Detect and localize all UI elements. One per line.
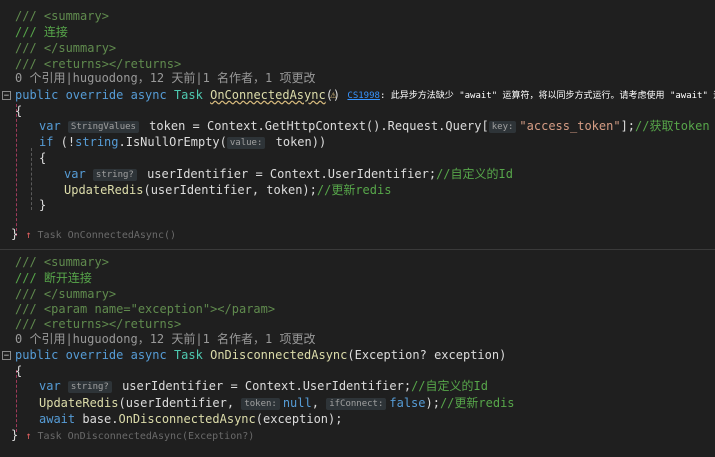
doc-comment-line: /// <param name="exception"></param>	[15, 302, 276, 316]
code-line: var string? userIdentifier = Context.Use…	[64, 167, 513, 181]
method-name: OnDisconnectedAsync	[210, 348, 348, 362]
brace: {	[15, 104, 23, 118]
brace: }	[39, 198, 47, 212]
doc-comment-line: /// </summary>	[15, 41, 117, 55]
inline-warning[interactable]: ⚠ CS1998: 此异步方法缺少 "await" 运算符，将以同步方式运行。请…	[330, 88, 715, 102]
inlay-hint: string?	[67, 380, 112, 393]
inlay-hint: token:	[241, 397, 280, 410]
code-line: await base.OnDisconnectedAsync(exception…	[39, 412, 343, 426]
inlay-hint: StringValues	[67, 120, 139, 133]
code-line: var string? userIdentifier = Context.Use…	[39, 379, 488, 393]
warning-icon: ⚠	[330, 88, 337, 101]
doc-comment-line: /// </summary>	[15, 287, 117, 301]
doc-comment-line: /// 断开连接	[15, 271, 92, 285]
arrow-up-icon: ↑	[25, 230, 32, 241]
doc-comment-line: /// <returns></returns>	[15, 317, 182, 331]
codelens[interactable]: 0 个引用|huguodong，12 天前|1 名作者，1 项更改	[15, 70, 715, 86]
method-signature: public override async Task OnDisconnecte…	[15, 348, 507, 362]
fold-toggle-icon[interactable]: −	[2, 91, 11, 101]
end-of-block-hint[interactable]: ↑ Task OnConnectedAsync()	[25, 230, 176, 241]
indent-guide	[31, 148, 32, 210]
code-line: if (!string.IsNullOrEmpty(value: token))	[39, 135, 327, 149]
method-separator	[0, 249, 715, 250]
inlay-hint: key:	[488, 120, 517, 133]
method-name: OnConnectedAsync	[210, 88, 326, 102]
codelens[interactable]: 0 个引用|huguodong，12 天前|1 名作者，1 项更改	[15, 331, 715, 347]
doc-comment-line: /// 连接	[15, 25, 68, 39]
doc-comment-line: /// <summary>	[15, 255, 109, 269]
indent-guide	[16, 104, 17, 236]
brace: {	[39, 151, 47, 165]
warning-code-link[interactable]: CS1998	[347, 91, 380, 101]
brace: } ↑ Task OnConnectedAsync()	[11, 227, 177, 241]
code-line: UpdateRedis(userIdentifier, token);//更新r…	[64, 183, 392, 197]
fold-toggle-icon[interactable]: −	[2, 351, 11, 361]
code-editor[interactable]: /// <summary> /// 连接 /// </summary> /// …	[0, 0, 715, 457]
code-line: UpdateRedis(userIdentifier, token: null, …	[39, 396, 515, 410]
inlay-hint: value:	[226, 136, 266, 149]
inlay-hint: ifConnect:	[326, 397, 387, 410]
code-line: var StringValues token = Context.GetHttp…	[39, 119, 710, 133]
brace: } ↑ Task OnDisconnectedAsync(Exception?)	[11, 428, 255, 442]
inlay-hint: string?	[92, 168, 137, 181]
end-of-block-hint[interactable]: ↑ Task OnDisconnectedAsync(Exception?)	[25, 431, 254, 442]
doc-comment-line: /// <summary>	[15, 9, 109, 23]
brace: {	[15, 364, 23, 378]
indent-guide	[16, 370, 17, 432]
arrow-up-icon: ↑	[25, 431, 32, 442]
